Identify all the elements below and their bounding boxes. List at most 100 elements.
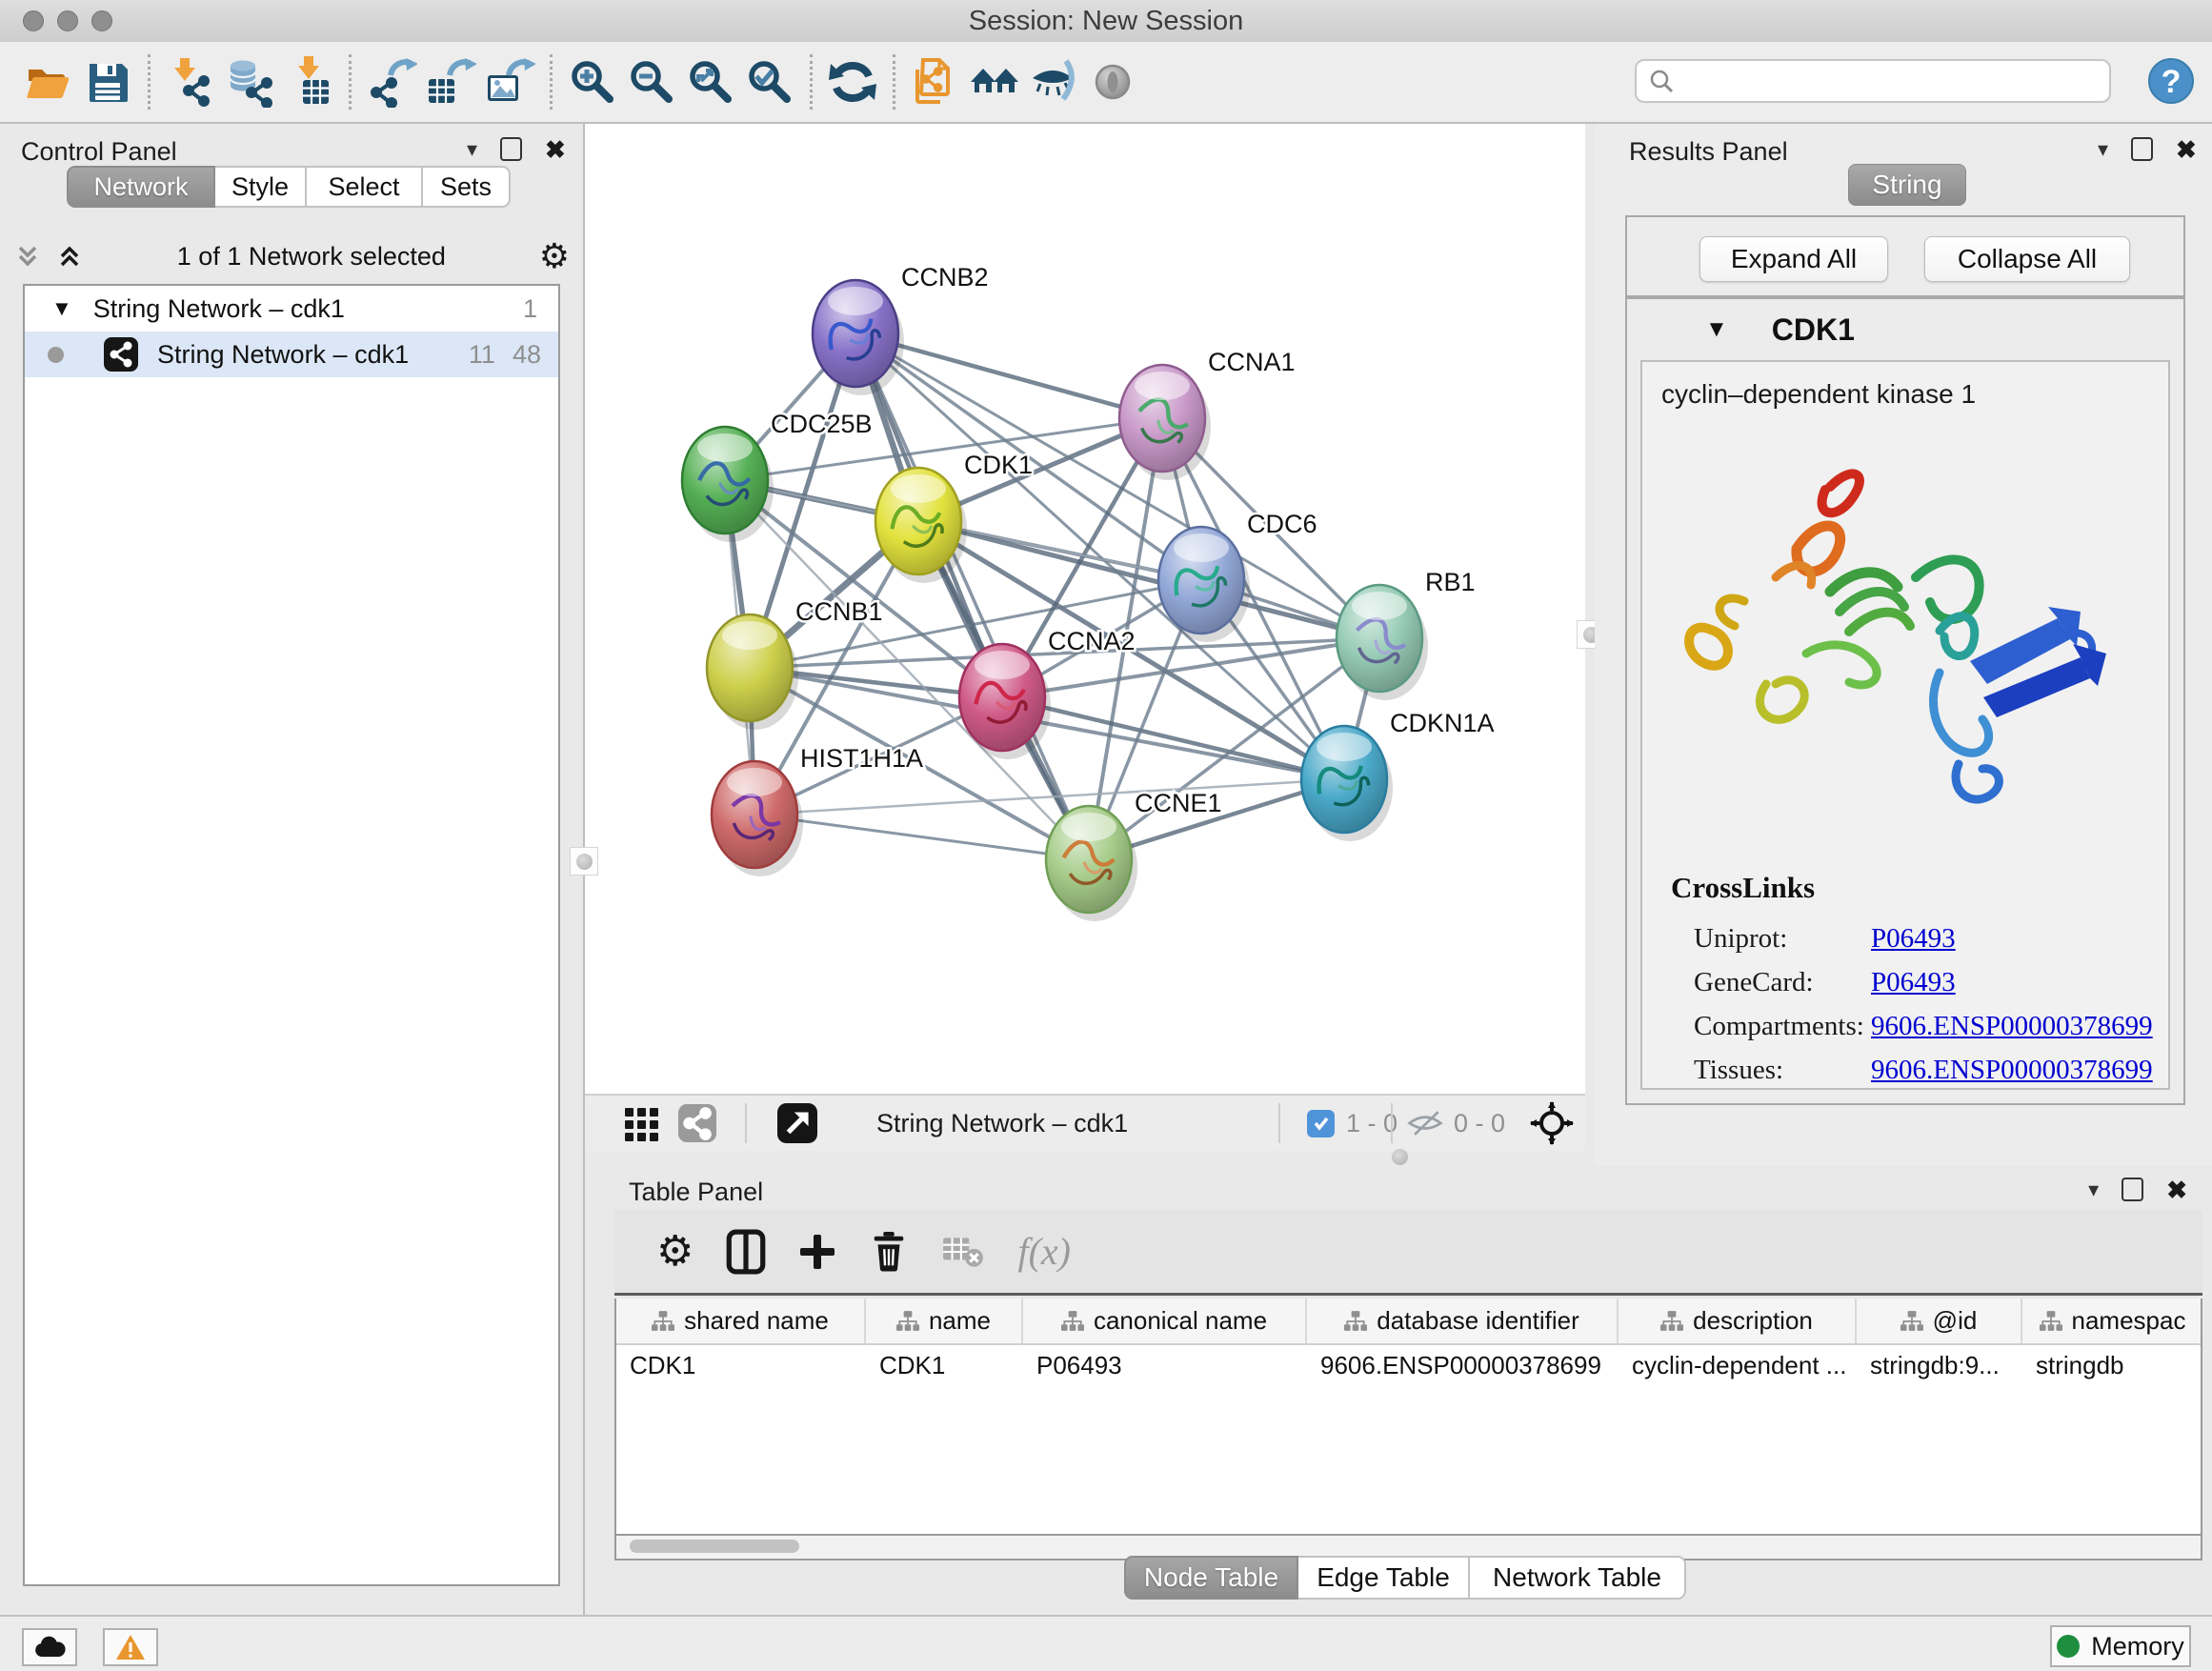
export-table-button[interactable] <box>421 50 480 113</box>
crosslink-value[interactable]: 9606.ENSP00000378699 <box>1871 1055 2153 1086</box>
panel-menu-icon[interactable]: ▾ <box>467 140 477 159</box>
home-button[interactable] <box>965 50 1024 113</box>
node-CCNA1[interactable]: CCNA1 <box>1119 348 1296 480</box>
expand-all-button[interactable]: Expand All <box>1699 236 1888 282</box>
zoom-in-button[interactable] <box>563 50 622 113</box>
network-view-mode-button[interactable] <box>678 1096 716 1151</box>
collapse-triangle-icon[interactable]: ▼ <box>1705 316 1728 343</box>
tab-string[interactable]: String <box>1848 164 1966 206</box>
add-column-icon[interactable] <box>798 1233 836 1271</box>
zoom-fit-button[interactable] <box>681 50 740 113</box>
zoom-selected-button[interactable] <box>740 50 799 113</box>
node-CDC6[interactable]: CDC6 <box>1158 510 1317 642</box>
export-network-button[interactable] <box>362 50 421 113</box>
crosslink-value[interactable]: P06493 <box>1871 967 1956 998</box>
network-canvas[interactable]: CCNB2CCNA1CDC25BCDK1CDC6RB1CCNB1CCNA2CDK… <box>585 124 1585 1094</box>
table-cell[interactable]: P06493 <box>1023 1345 1307 1385</box>
zoom-out-button[interactable] <box>622 50 681 113</box>
fit-content-button[interactable] <box>1530 1096 1574 1151</box>
import-network-button[interactable] <box>161 50 220 113</box>
column-header-database-identifier[interactable]: database identifier <box>1307 1299 1619 1343</box>
network-row-selected[interactable]: String Network – cdk1 11 48 <box>25 332 558 377</box>
panel-close-icon[interactable]: ✖ <box>2176 139 2197 160</box>
import-table-button[interactable] <box>279 50 338 113</box>
expand-all-networks-icon[interactable] <box>13 242 42 271</box>
network-options-gear-icon[interactable]: ⚙ <box>539 239 570 273</box>
column-header-name[interactable]: name <box>866 1299 1023 1343</box>
table-cell[interactable]: stringdb <box>2022 1345 2202 1385</box>
crosslink-value[interactable]: 9606.ENSP00000378699 <box>1871 1011 2153 1042</box>
table-cell[interactable]: stringdb:9... <box>1857 1345 2022 1385</box>
node-CCNE1[interactable]: CCNE1 <box>1046 789 1222 921</box>
node-RB1[interactable]: RB1 <box>1337 568 1476 700</box>
export-image-button[interactable] <box>480 50 539 113</box>
open-session-button[interactable] <box>19 50 78 113</box>
show-columns-icon[interactable] <box>726 1229 766 1275</box>
horizontal-splitter[interactable] <box>585 1151 1585 1166</box>
grid-view-button[interactable] <box>623 1096 661 1151</box>
warnings-button[interactable] <box>103 1628 158 1666</box>
toolbar-separator <box>148 54 151 110</box>
memory-button[interactable]: Memory <box>2050 1625 2191 1667</box>
collapse-all-networks-icon[interactable] <box>55 242 84 271</box>
splitter-grip[interactable] <box>570 847 598 876</box>
tab-style[interactable]: Style <box>215 166 307 208</box>
svg-text:?: ? <box>2162 64 2182 100</box>
save-session-button[interactable] <box>78 50 137 113</box>
panel-menu-icon[interactable]: ▾ <box>2098 140 2108 159</box>
tab-sets[interactable]: Sets <box>423 166 511 208</box>
column-header-canonical-name[interactable]: canonical name <box>1023 1299 1307 1343</box>
column-label: description <box>1693 1306 1813 1336</box>
table-cell[interactable]: CDK1 <box>616 1345 866 1385</box>
annotation-button[interactable] <box>906 50 965 113</box>
tab-node-table[interactable]: Node Table <box>1124 1556 1298 1600</box>
show-graphics-details-button[interactable] <box>1083 50 1142 113</box>
panel-float-icon[interactable] <box>2131 137 2153 161</box>
hidden-nodes-indicator[interactable]: 0 - 0 <box>1406 1096 1505 1151</box>
table-cell[interactable]: CDK1 <box>866 1345 1023 1385</box>
tab-edge-table[interactable]: Edge Table <box>1298 1556 1470 1600</box>
table-settings-gear-icon[interactable]: ⚙ <box>656 1231 694 1273</box>
panel-float-icon[interactable] <box>500 137 522 161</box>
import-table-icon <box>283 56 334 108</box>
search-input[interactable] <box>1675 67 2109 95</box>
splitter-grip[interactable] <box>1387 1146 1412 1167</box>
table-cell[interactable]: 9606.ENSP00000378699 <box>1307 1345 1619 1385</box>
footer-separator <box>745 1103 747 1143</box>
panel-float-icon[interactable] <box>2122 1178 2143 1201</box>
table-panel-title: Table Panel <box>629 1178 763 1207</box>
control-panel-tabs: NetworkStyleSelectSets <box>67 166 511 208</box>
network-collection-row[interactable]: ▼ String Network – cdk1 1 <box>25 286 558 332</box>
node-CDKN1A[interactable]: CDKN1A <box>1301 709 1495 841</box>
panel-close-icon[interactable]: ✖ <box>545 139 566 160</box>
crosslink-row: Compartments:9606.ENSP00000378699 <box>1694 1004 2153 1048</box>
refresh-button[interactable] <box>823 50 882 113</box>
import-network-from-database-button[interactable] <box>220 50 279 113</box>
selected-nodes-indicator[interactable]: 1 - 0 <box>1307 1096 1398 1151</box>
cloud-status-button[interactable] <box>22 1628 77 1666</box>
help-button[interactable]: ? <box>2145 55 2197 107</box>
edge-CCNE1-HIST1H1A[interactable] <box>754 815 1089 859</box>
scrollbar-thumb[interactable] <box>630 1540 799 1553</box>
zoom-fit-icon <box>685 56 736 108</box>
table-row[interactable]: CDK1CDK1P064939606.ENSP00000378699cyclin… <box>616 1345 2201 1385</box>
crosslink-value[interactable]: P06493 <box>1871 923 1956 955</box>
hide-panels-button[interactable] <box>1024 50 1083 113</box>
table-cell[interactable]: cyclin-dependent ... <box>1619 1345 1857 1385</box>
panel-menu-icon[interactable]: ▾ <box>2088 1180 2099 1199</box>
tab-network-table[interactable]: Network Table <box>1470 1556 1686 1600</box>
panel-close-icon[interactable]: ✖ <box>2166 1179 2187 1200</box>
collapse-triangle-icon[interactable]: ▼ <box>51 296 72 321</box>
collapse-all-button[interactable]: Collapse All <box>1924 236 2130 282</box>
edge-CCNB2-CCNE1[interactable] <box>855 333 1089 859</box>
gene-section-header[interactable]: ▼ CDK1 <box>1627 299 2183 360</box>
tab-select[interactable]: Select <box>307 166 423 208</box>
birds-eye-view-button[interactable] <box>777 1096 817 1151</box>
column-header-description[interactable]: description <box>1619 1299 1857 1343</box>
tab-network[interactable]: Network <box>67 166 215 208</box>
column-header-shared-name[interactable]: shared name <box>616 1299 866 1343</box>
delete-column-icon[interactable] <box>869 1229 909 1275</box>
search-field[interactable] <box>1635 59 2111 103</box>
column-header--id[interactable]: @id <box>1857 1299 2022 1343</box>
column-header-namespac[interactable]: namespac <box>2022 1299 2202 1343</box>
